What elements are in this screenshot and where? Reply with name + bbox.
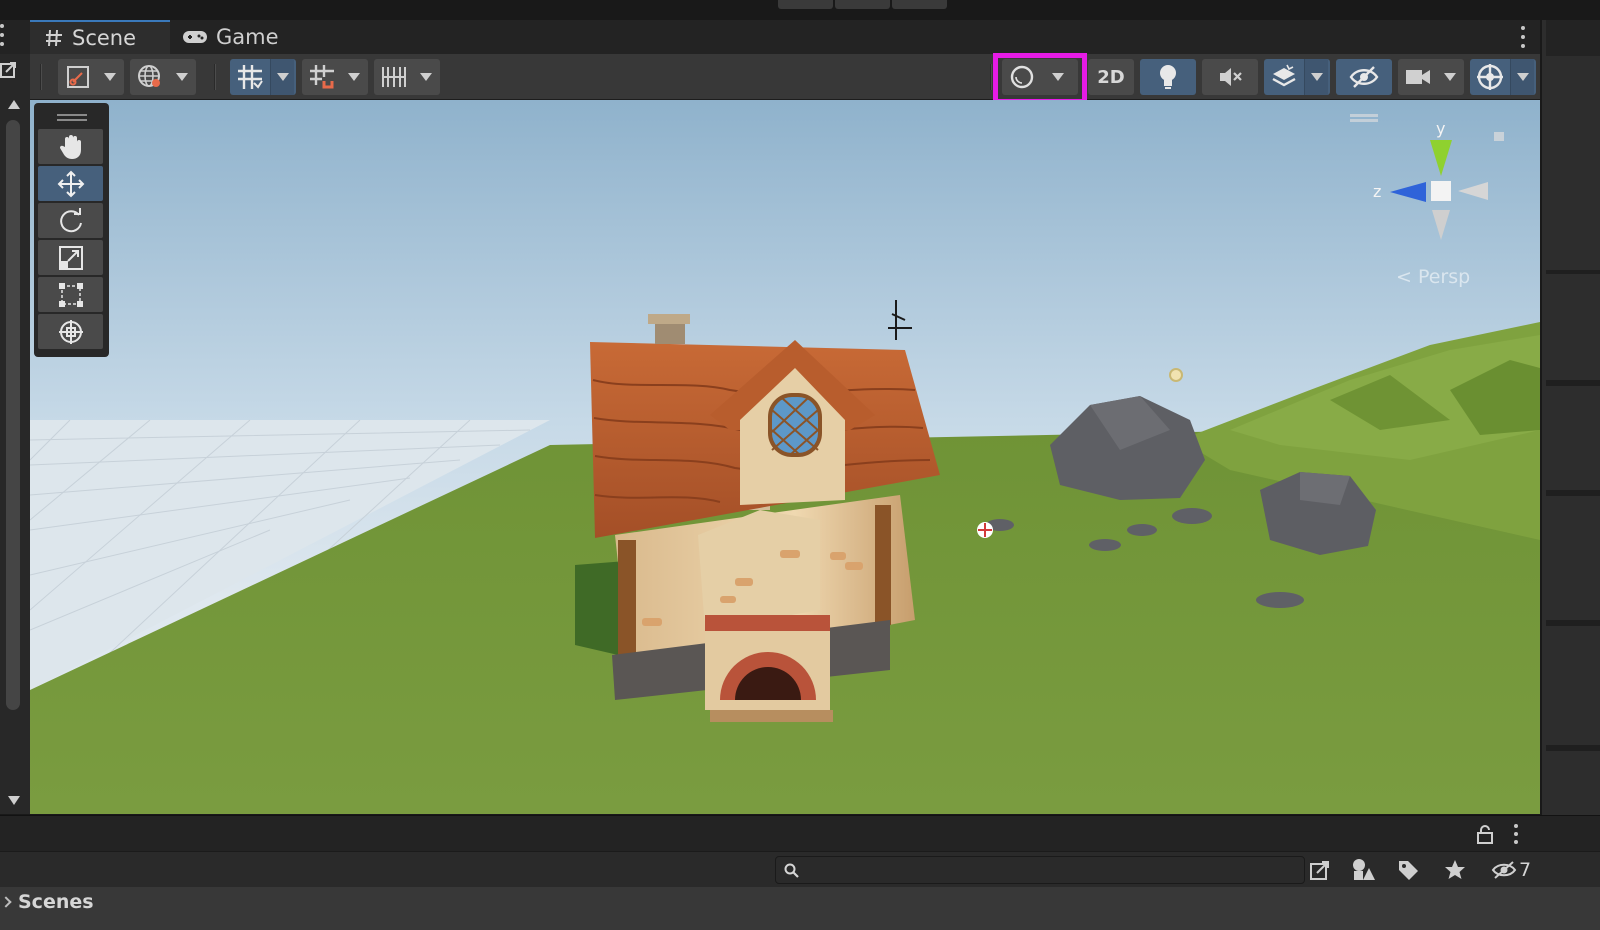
scene-visibility-button[interactable] xyxy=(1336,59,1392,95)
globe-icon xyxy=(138,65,160,87)
tab-scene-label: Scene xyxy=(72,26,137,50)
search-by-type-button[interactable] xyxy=(1343,854,1383,886)
hidden-packages-button[interactable]: 7 xyxy=(1486,854,1536,886)
hidden-eye-icon xyxy=(1349,66,1379,88)
lighting-toggle-button[interactable] xyxy=(1140,59,1196,95)
chevron-down-icon xyxy=(104,73,116,81)
play-button[interactable] xyxy=(778,0,833,9)
tab-menu-kebab-icon[interactable] xyxy=(1520,26,1526,48)
favorites-button[interactable] xyxy=(1435,854,1475,886)
inspector-panel-edge xyxy=(1540,20,1600,815)
rect-tool-button[interactable] xyxy=(38,277,103,312)
toggle-2d-label: 2D xyxy=(1097,66,1125,88)
play-controls xyxy=(778,0,947,9)
snap-increment-button[interactable] xyxy=(302,59,368,95)
shading-mode-highlight xyxy=(993,53,1087,104)
gizmos-button[interactable] xyxy=(1470,59,1536,95)
scroll-up-arrow-icon[interactable] xyxy=(8,100,20,109)
snap-magnet-icon xyxy=(310,65,334,89)
scene-view-tabbar: Scene Game xyxy=(0,20,1568,54)
pause-button[interactable] xyxy=(835,0,890,9)
hand-icon xyxy=(59,134,81,159)
move-arrows-icon xyxy=(57,170,84,197)
search-icon xyxy=(784,863,799,878)
rotate-icon xyxy=(59,207,82,232)
rect-transform-icon xyxy=(58,282,83,307)
tool-palette xyxy=(34,103,109,357)
grid-snapping-button[interactable] xyxy=(230,59,296,95)
chevron-down-icon xyxy=(1516,73,1529,81)
gizmo-z-label: z xyxy=(1373,182,1381,201)
lock-icon[interactable] xyxy=(1476,824,1494,844)
maximize-icon[interactable] xyxy=(0,60,18,80)
camera-icon xyxy=(1406,70,1430,84)
search-by-label-button[interactable] xyxy=(1388,854,1428,886)
chevron-right-icon[interactable] xyxy=(0,896,12,908)
shapes-icon xyxy=(1353,859,1375,880)
main-toolbar-strip xyxy=(0,0,1600,20)
star-icon xyxy=(1445,860,1465,879)
chevron-down-icon xyxy=(1444,73,1456,81)
hash-icon xyxy=(46,29,62,47)
scene-viewport[interactable]: y z xyxy=(30,100,1540,814)
search-field[interactable] xyxy=(775,856,1305,884)
grid-visibility-button[interactable] xyxy=(374,59,440,95)
vertical-scrollbar[interactable] xyxy=(6,120,20,710)
scene-camera-button[interactable] xyxy=(1398,59,1464,95)
toolbar-separator xyxy=(990,64,992,90)
scroll-down-arrow-icon[interactable] xyxy=(8,796,20,805)
toolbar-separator xyxy=(214,64,216,90)
project-panel-header xyxy=(0,815,1600,851)
step-button[interactable] xyxy=(892,0,947,9)
object-gizmo xyxy=(977,522,993,538)
scale-tool-button[interactable] xyxy=(38,240,103,275)
project-search-bar: 7 xyxy=(0,851,1600,887)
hand-tool-button[interactable] xyxy=(38,129,103,164)
effects-button[interactable] xyxy=(1264,59,1330,95)
tree-item-scenes[interactable]: Scenes xyxy=(18,891,94,913)
left-panel-kebab-icon[interactable] xyxy=(0,24,8,46)
open-search-window-button[interactable] xyxy=(1300,854,1340,886)
light-gizmo xyxy=(1169,368,1183,382)
grid-snap-icon xyxy=(238,65,263,89)
chevron-down-icon xyxy=(1310,73,1323,81)
transform-icon xyxy=(58,319,83,344)
global-local-button[interactable] xyxy=(130,59,196,95)
palette-grip[interactable] xyxy=(38,107,105,127)
chevron-down-icon xyxy=(420,73,432,81)
tab-game[interactable]: Game xyxy=(180,20,290,54)
external-window-icon xyxy=(1310,861,1329,880)
move-tool-button[interactable] xyxy=(38,166,103,201)
scene-render: y z xyxy=(30,100,1540,814)
chevron-down-icon xyxy=(348,73,360,81)
persp-label[interactable]: < Persp xyxy=(1396,266,1470,288)
tag-icon xyxy=(1399,861,1418,880)
chevron-down-icon xyxy=(176,73,188,81)
lightbulb-icon xyxy=(1160,65,1176,89)
transform-tool-button[interactable] xyxy=(38,314,103,349)
gamepad-icon xyxy=(183,31,207,43)
scale-icon xyxy=(58,245,83,270)
chevron-down-icon xyxy=(276,73,289,81)
tab-scene[interactable]: Scene xyxy=(30,20,170,54)
audio-toggle-button[interactable] xyxy=(1202,59,1258,95)
scene-toolbar: 2D xyxy=(30,54,1570,100)
search-input[interactable] xyxy=(804,857,1284,883)
rotate-tool-button[interactable] xyxy=(38,203,103,238)
ruler-grid-icon xyxy=(382,67,406,87)
draw-mode-icon xyxy=(67,66,89,88)
hidden-count: 7 xyxy=(1518,859,1532,881)
layers-effects-icon xyxy=(1272,64,1296,87)
draw-mode-button[interactable] xyxy=(58,59,124,95)
toolbar-grip xyxy=(40,64,42,90)
panel-kebab-icon[interactable] xyxy=(1513,824,1519,844)
gizmo-y-label: y xyxy=(1436,119,1445,138)
gizmo-globe-icon xyxy=(1477,64,1503,90)
toggle-2d-button[interactable]: 2D xyxy=(1088,59,1134,95)
tab-game-label: Game xyxy=(216,25,279,49)
project-tree: Scenes xyxy=(0,887,1600,930)
audio-muted-icon xyxy=(1220,68,1242,86)
hidden-eye-icon xyxy=(1491,861,1517,879)
